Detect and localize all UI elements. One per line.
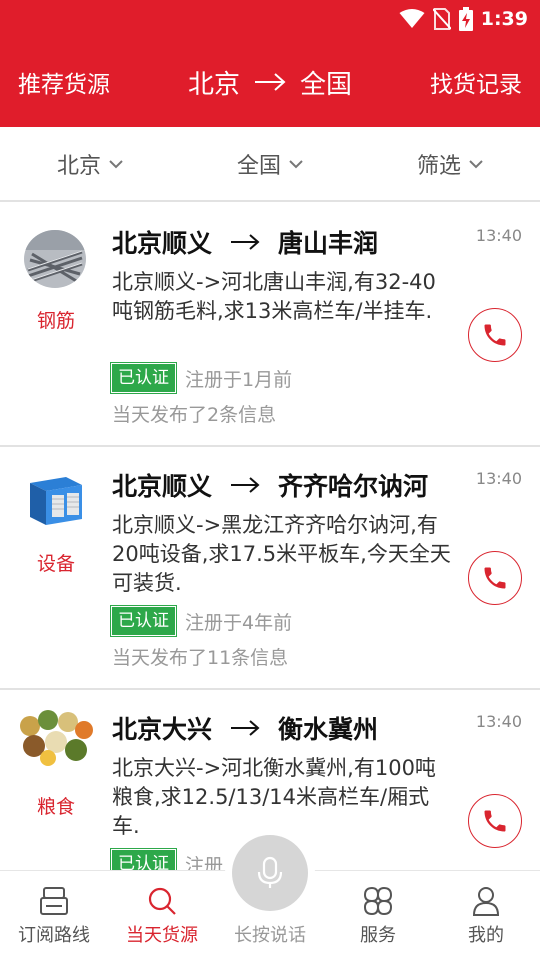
battery-charging-icon (458, 7, 473, 31)
search-icon (148, 887, 176, 915)
route-from[interactable]: 北京 (188, 64, 240, 101)
microphone-icon (257, 856, 283, 888)
route-title: 北京顺义 齐齐哈尔讷河 (112, 467, 428, 503)
cargo-list[interactable]: 钢筋 北京顺义 唐山丰润 13:40 北京顺义->河北唐山丰润,有32-40吨钢… (0, 204, 540, 870)
equipment-thumbnail (22, 469, 90, 533)
tab-profile[interactable]: 我的 (432, 871, 540, 960)
filter-bar: 北京 全国 筛选 (0, 127, 540, 202)
subscribe-route-icon (40, 887, 68, 915)
category-label: 钢筋 (36, 310, 75, 332)
cargo-description: 北京大兴->河北衡水冀州,有100吨粮食,求12.5/13/14米高栏车/厢式车… (112, 756, 436, 838)
route-title: 北京顺义 唐山丰润 (112, 224, 378, 260)
category-label: 设备 (36, 553, 75, 575)
registration-time: 注册 (185, 854, 224, 871)
route-origin: 北京大兴 (112, 715, 213, 744)
verified-badge: 已认证 (110, 362, 177, 394)
status-bar: 1:39 (399, 0, 540, 38)
chevron-down-icon (469, 159, 483, 168)
route-destination: 齐齐哈尔讷河 (278, 472, 429, 501)
shipper-info: 已认证 注册于1月前 (110, 362, 293, 394)
verified-badge: 已认证 (110, 848, 177, 870)
no-sim-icon (432, 8, 451, 30)
route-destination: 唐山丰润 (278, 229, 379, 258)
registration-time: 注册于4年前 (185, 611, 293, 634)
chevron-down-icon (109, 159, 123, 168)
route-to[interactable]: 全国 (300, 64, 352, 101)
cargo-card[interactable]: 钢筋 北京顺义 唐山丰润 13:40 北京顺义->河北唐山丰润,有32-40吨钢… (0, 204, 540, 447)
grain-thumbnail (18, 706, 94, 766)
phone-icon (484, 324, 506, 346)
filter-more-label: 筛选 (416, 153, 461, 179)
posts-today: 当天发布了11条信息 (112, 647, 289, 669)
arrow-right-icon (231, 234, 260, 250)
post-time: 13:40 (475, 712, 522, 731)
voice-button-wrap (225, 828, 315, 918)
tab-label: 订阅路线 (18, 925, 90, 946)
category-label: 粮食 (36, 796, 75, 818)
voice-input-button[interactable] (232, 835, 308, 911)
arrow-right-icon (231, 477, 260, 493)
route-origin: 北京顺义 (112, 472, 213, 501)
tab-label: 我的 (468, 925, 504, 946)
search-history-button[interactable]: 找货记录 (430, 65, 522, 99)
cargo-description: 北京顺义->河北唐山丰润,有32-40吨钢筋毛料,求13米高栏车/半挂车. (112, 270, 436, 323)
phone-icon (484, 810, 506, 832)
app-header: 1:39 推荐货源 北京 全国 找货记录 (0, 0, 540, 127)
tab-label: 当天货源 (126, 925, 198, 946)
registration-time: 注册于1月前 (185, 368, 293, 391)
tab-service[interactable]: 服务 (324, 871, 432, 960)
service-grid-icon (363, 886, 393, 916)
route-destination: 衡水冀州 (278, 715, 379, 744)
arrow-right-icon (255, 73, 286, 91)
filter-origin-label: 北京 (56, 153, 101, 179)
call-button[interactable] (468, 551, 522, 605)
filter-more[interactable]: 筛选 (360, 127, 540, 200)
tab-today-sources[interactable]: 当天货源 (108, 871, 216, 960)
shipper-info: 已认证 注册 (110, 848, 224, 871)
shipper-info: 已认证 注册于4年前 (110, 605, 293, 637)
post-time: 13:40 (475, 226, 522, 245)
cargo-description: 北京顺义->黑龙江齐齐哈尔讷河,有20吨设备,求17.5米平板车,今天全天可装货… (112, 513, 451, 595)
user-icon (472, 887, 500, 916)
status-time: 1:39 (480, 8, 528, 30)
phone-icon (484, 567, 506, 589)
verified-badge: 已认证 (110, 605, 177, 637)
filter-origin[interactable]: 北京 (0, 127, 180, 200)
posts-today: 当天发布了2条信息 (112, 404, 277, 426)
route-origin: 北京顺义 (112, 229, 213, 258)
top-nav: 推荐货源 北京 全国 找货记录 (0, 62, 540, 102)
chevron-down-icon (289, 159, 303, 168)
arrow-right-icon (231, 720, 260, 736)
filter-destination-label: 全国 (236, 153, 281, 179)
tab-label: 服务 (360, 925, 396, 946)
cargo-card[interactable]: 设备 北京顺义 齐齐哈尔讷河 13:40 北京顺义->黑龙江齐齐哈尔讷河,有20… (0, 447, 540, 690)
tab-subscribe-route[interactable]: 订阅路线 (0, 871, 108, 960)
tab-label: 长按说话 (234, 925, 306, 946)
route-title: 北京大兴 衡水冀州 (112, 710, 378, 746)
call-button[interactable] (468, 794, 522, 848)
recommended-sources-button[interactable]: 推荐货源 (18, 65, 110, 99)
steel-rebar-thumbnail (24, 230, 86, 288)
wifi-icon (399, 9, 425, 28)
filter-destination[interactable]: 全国 (180, 127, 360, 200)
post-time: 13:40 (475, 469, 522, 488)
call-button[interactable] (468, 308, 522, 362)
